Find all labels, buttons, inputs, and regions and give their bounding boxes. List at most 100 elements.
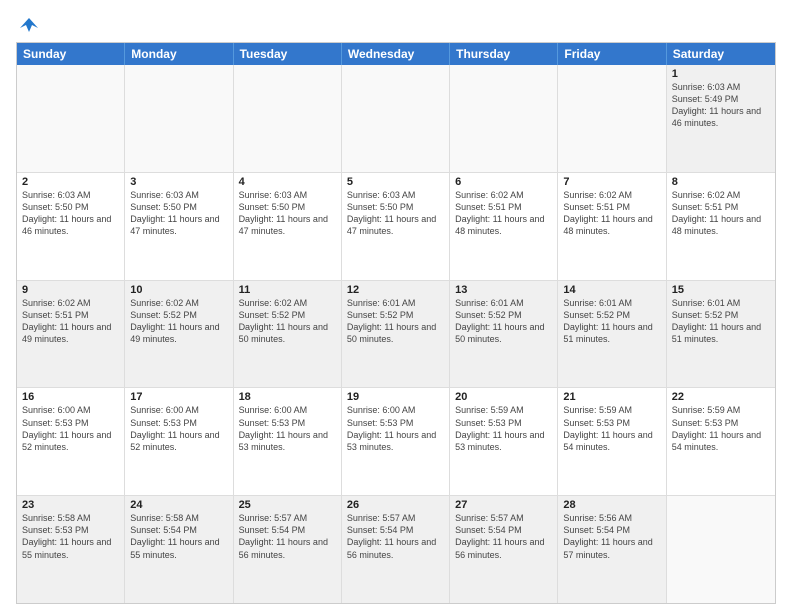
day-number: 11 — [239, 284, 336, 296]
logo — [16, 16, 40, 36]
day-of-week-header: Sunday — [17, 43, 125, 65]
day-info: Sunrise: 6:03 AM Sunset: 5:49 PM Dayligh… — [672, 81, 770, 130]
calendar-day-cell — [558, 65, 666, 172]
calendar-week-row: 23Sunrise: 5:58 AM Sunset: 5:53 PM Dayli… — [17, 496, 775, 603]
day-number: 21 — [563, 391, 660, 403]
day-info: Sunrise: 6:03 AM Sunset: 5:50 PM Dayligh… — [239, 189, 336, 238]
calendar-day-cell: 11Sunrise: 6:02 AM Sunset: 5:52 PM Dayli… — [234, 281, 342, 388]
day-number: 17 — [130, 391, 227, 403]
day-number: 24 — [130, 499, 227, 511]
day-info: Sunrise: 5:56 AM Sunset: 5:54 PM Dayligh… — [563, 512, 660, 561]
calendar-day-cell: 4Sunrise: 6:03 AM Sunset: 5:50 PM Daylig… — [234, 173, 342, 280]
calendar-header: SundayMondayTuesdayWednesdayThursdayFrid… — [17, 43, 775, 65]
day-info: Sunrise: 6:03 AM Sunset: 5:50 PM Dayligh… — [22, 189, 119, 238]
day-info: Sunrise: 5:57 AM Sunset: 5:54 PM Dayligh… — [455, 512, 552, 561]
day-info: Sunrise: 6:03 AM Sunset: 5:50 PM Dayligh… — [347, 189, 444, 238]
day-number: 5 — [347, 176, 444, 188]
day-number: 15 — [672, 284, 770, 296]
day-info: Sunrise: 6:02 AM Sunset: 5:51 PM Dayligh… — [672, 189, 770, 238]
day-info: Sunrise: 5:59 AM Sunset: 5:53 PM Dayligh… — [563, 404, 660, 453]
day-number: 3 — [130, 176, 227, 188]
calendar-day-cell: 7Sunrise: 6:02 AM Sunset: 5:51 PM Daylig… — [558, 173, 666, 280]
calendar-day-cell: 16Sunrise: 6:00 AM Sunset: 5:53 PM Dayli… — [17, 388, 125, 495]
calendar-day-cell — [450, 65, 558, 172]
day-number: 8 — [672, 176, 770, 188]
day-number: 18 — [239, 391, 336, 403]
day-number: 9 — [22, 284, 119, 296]
day-info: Sunrise: 6:01 AM Sunset: 5:52 PM Dayligh… — [347, 297, 444, 346]
day-number: 28 — [563, 499, 660, 511]
day-info: Sunrise: 6:00 AM Sunset: 5:53 PM Dayligh… — [239, 404, 336, 453]
calendar-day-cell: 26Sunrise: 5:57 AM Sunset: 5:54 PM Dayli… — [342, 496, 450, 603]
day-info: Sunrise: 6:00 AM Sunset: 5:53 PM Dayligh… — [130, 404, 227, 453]
day-info: Sunrise: 6:02 AM Sunset: 5:51 PM Dayligh… — [455, 189, 552, 238]
calendar-day-cell: 12Sunrise: 6:01 AM Sunset: 5:52 PM Dayli… — [342, 281, 450, 388]
day-number: 10 — [130, 284, 227, 296]
calendar-day-cell: 6Sunrise: 6:02 AM Sunset: 5:51 PM Daylig… — [450, 173, 558, 280]
day-info: Sunrise: 5:59 AM Sunset: 5:53 PM Dayligh… — [455, 404, 552, 453]
calendar-day-cell: 25Sunrise: 5:57 AM Sunset: 5:54 PM Dayli… — [234, 496, 342, 603]
day-number: 25 — [239, 499, 336, 511]
calendar-day-cell: 14Sunrise: 6:01 AM Sunset: 5:52 PM Dayli… — [558, 281, 666, 388]
day-info: Sunrise: 6:00 AM Sunset: 5:53 PM Dayligh… — [22, 404, 119, 453]
day-number: 2 — [22, 176, 119, 188]
day-of-week-header: Friday — [558, 43, 666, 65]
day-info: Sunrise: 6:02 AM Sunset: 5:51 PM Dayligh… — [22, 297, 119, 346]
day-number: 27 — [455, 499, 552, 511]
day-number: 14 — [563, 284, 660, 296]
day-number: 19 — [347, 391, 444, 403]
calendar-day-cell: 27Sunrise: 5:57 AM Sunset: 5:54 PM Dayli… — [450, 496, 558, 603]
day-of-week-header: Tuesday — [234, 43, 342, 65]
calendar-day-cell: 28Sunrise: 5:56 AM Sunset: 5:54 PM Dayli… — [558, 496, 666, 603]
day-number: 4 — [239, 176, 336, 188]
calendar-day-cell: 9Sunrise: 6:02 AM Sunset: 5:51 PM Daylig… — [17, 281, 125, 388]
day-info: Sunrise: 6:00 AM Sunset: 5:53 PM Dayligh… — [347, 404, 444, 453]
header — [16, 12, 776, 36]
calendar-day-cell: 5Sunrise: 6:03 AM Sunset: 5:50 PM Daylig… — [342, 173, 450, 280]
calendar-day-cell — [234, 65, 342, 172]
calendar-day-cell: 2Sunrise: 6:03 AM Sunset: 5:50 PM Daylig… — [17, 173, 125, 280]
day-number: 12 — [347, 284, 444, 296]
day-number: 7 — [563, 176, 660, 188]
calendar-day-cell: 8Sunrise: 6:02 AM Sunset: 5:51 PM Daylig… — [667, 173, 775, 280]
day-info: Sunrise: 5:59 AM Sunset: 5:53 PM Dayligh… — [672, 404, 770, 453]
calendar-day-cell: 19Sunrise: 6:00 AM Sunset: 5:53 PM Dayli… — [342, 388, 450, 495]
calendar-day-cell: 10Sunrise: 6:02 AM Sunset: 5:52 PM Dayli… — [125, 281, 233, 388]
calendar-day-cell — [125, 65, 233, 172]
calendar-day-cell: 1Sunrise: 6:03 AM Sunset: 5:49 PM Daylig… — [667, 65, 775, 172]
day-info: Sunrise: 5:57 AM Sunset: 5:54 PM Dayligh… — [239, 512, 336, 561]
calendar-day-cell — [667, 496, 775, 603]
day-number: 16 — [22, 391, 119, 403]
calendar-day-cell: 18Sunrise: 6:00 AM Sunset: 5:53 PM Dayli… — [234, 388, 342, 495]
page: SundayMondayTuesdayWednesdayThursdayFrid… — [0, 0, 792, 612]
day-number: 13 — [455, 284, 552, 296]
day-number: 20 — [455, 391, 552, 403]
day-info: Sunrise: 6:01 AM Sunset: 5:52 PM Dayligh… — [455, 297, 552, 346]
day-info: Sunrise: 6:01 AM Sunset: 5:52 PM Dayligh… — [672, 297, 770, 346]
day-number: 23 — [22, 499, 119, 511]
calendar-day-cell: 20Sunrise: 5:59 AM Sunset: 5:53 PM Dayli… — [450, 388, 558, 495]
day-number: 26 — [347, 499, 444, 511]
calendar-day-cell: 15Sunrise: 6:01 AM Sunset: 5:52 PM Dayli… — [667, 281, 775, 388]
day-info: Sunrise: 6:02 AM Sunset: 5:52 PM Dayligh… — [239, 297, 336, 346]
day-of-week-header: Saturday — [667, 43, 775, 65]
calendar-day-cell: 23Sunrise: 5:58 AM Sunset: 5:53 PM Dayli… — [17, 496, 125, 603]
calendar-day-cell — [342, 65, 450, 172]
day-number: 22 — [672, 391, 770, 403]
day-of-week-header: Monday — [125, 43, 233, 65]
calendar-week-row: 9Sunrise: 6:02 AM Sunset: 5:51 PM Daylig… — [17, 281, 775, 389]
calendar-day-cell: 3Sunrise: 6:03 AM Sunset: 5:50 PM Daylig… — [125, 173, 233, 280]
calendar-day-cell: 21Sunrise: 5:59 AM Sunset: 5:53 PM Dayli… — [558, 388, 666, 495]
day-of-week-header: Wednesday — [342, 43, 450, 65]
day-info: Sunrise: 6:03 AM Sunset: 5:50 PM Dayligh… — [130, 189, 227, 238]
day-info: Sunrise: 6:01 AM Sunset: 5:52 PM Dayligh… — [563, 297, 660, 346]
calendar-week-row: 1Sunrise: 6:03 AM Sunset: 5:49 PM Daylig… — [17, 65, 775, 173]
calendar-week-row: 16Sunrise: 6:00 AM Sunset: 5:53 PM Dayli… — [17, 388, 775, 496]
calendar-day-cell: 17Sunrise: 6:00 AM Sunset: 5:53 PM Dayli… — [125, 388, 233, 495]
calendar-body: 1Sunrise: 6:03 AM Sunset: 5:49 PM Daylig… — [17, 65, 775, 603]
day-info: Sunrise: 6:02 AM Sunset: 5:51 PM Dayligh… — [563, 189, 660, 238]
calendar-day-cell: 13Sunrise: 6:01 AM Sunset: 5:52 PM Dayli… — [450, 281, 558, 388]
day-info: Sunrise: 5:57 AM Sunset: 5:54 PM Dayligh… — [347, 512, 444, 561]
calendar-day-cell: 24Sunrise: 5:58 AM Sunset: 5:54 PM Dayli… — [125, 496, 233, 603]
calendar-day-cell: 22Sunrise: 5:59 AM Sunset: 5:53 PM Dayli… — [667, 388, 775, 495]
